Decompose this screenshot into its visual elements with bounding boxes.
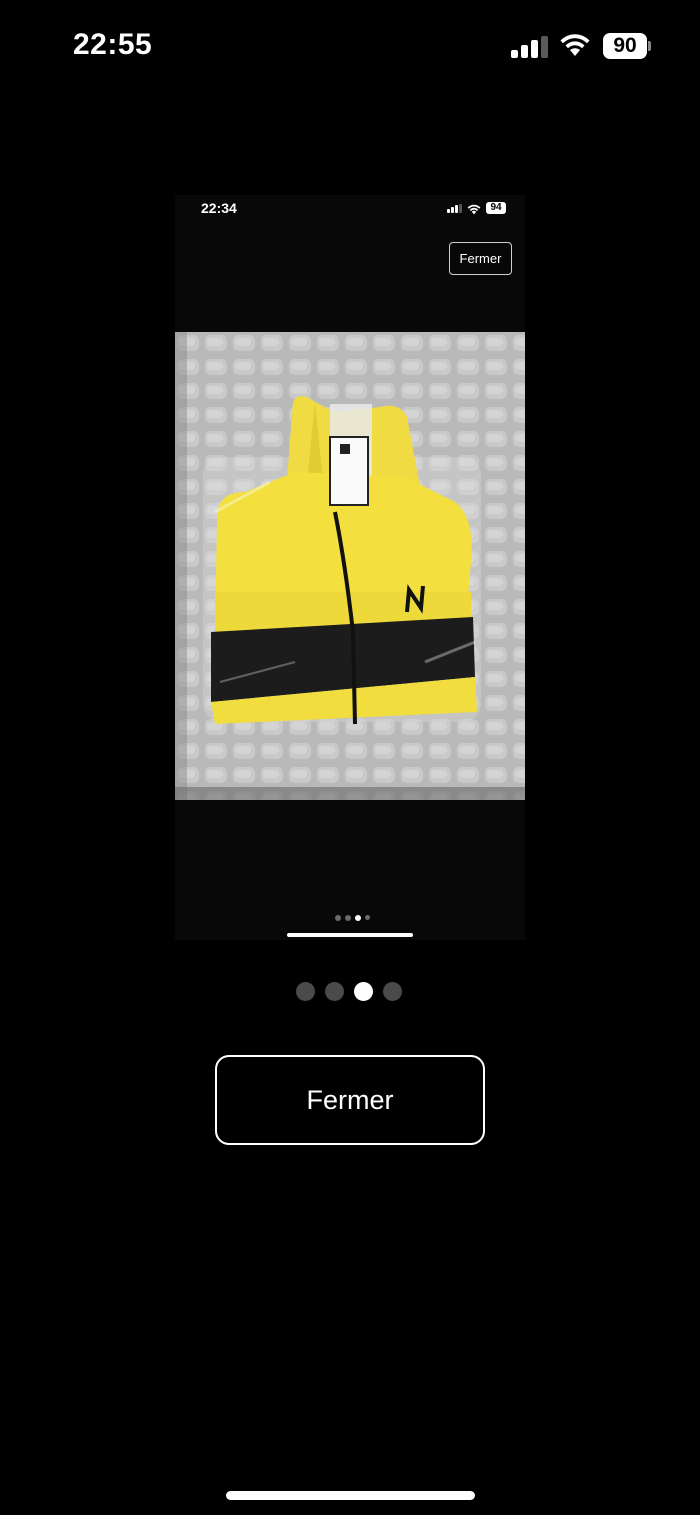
inner-home-indicator — [287, 933, 413, 937]
inner-battery-icon: 94 — [486, 202, 508, 214]
status-bar: 22:55 90 — [0, 0, 700, 95]
wifi-icon — [559, 33, 591, 57]
carousel-dots — [296, 982, 406, 1004]
carousel-dot[interactable] — [296, 982, 315, 1001]
carousel-dot[interactable] — [383, 982, 402, 1001]
carousel-dot[interactable] — [325, 982, 344, 1001]
inner-battery-level: 94 — [486, 202, 506, 214]
signal-icon — [511, 36, 548, 58]
inner-signal-icon — [447, 204, 462, 213]
home-indicator[interactable] — [226, 1491, 475, 1500]
product-photo — [175, 332, 525, 800]
close-button[interactable]: Fermer — [215, 1055, 485, 1145]
inner-close-button: Fermer — [449, 242, 512, 275]
battery-level: 90 — [603, 33, 647, 59]
inner-wifi-icon — [467, 202, 481, 215]
carousel-dot-active[interactable] — [354, 982, 373, 1001]
status-time: 22:55 — [73, 28, 153, 61]
inner-page-indicator — [335, 915, 375, 923]
battery-icon: 90 — [603, 33, 651, 59]
inner-status-time: 22:34 — [201, 200, 237, 216]
inner-screenshot: 22:34 94 Fermer — [175, 195, 525, 940]
